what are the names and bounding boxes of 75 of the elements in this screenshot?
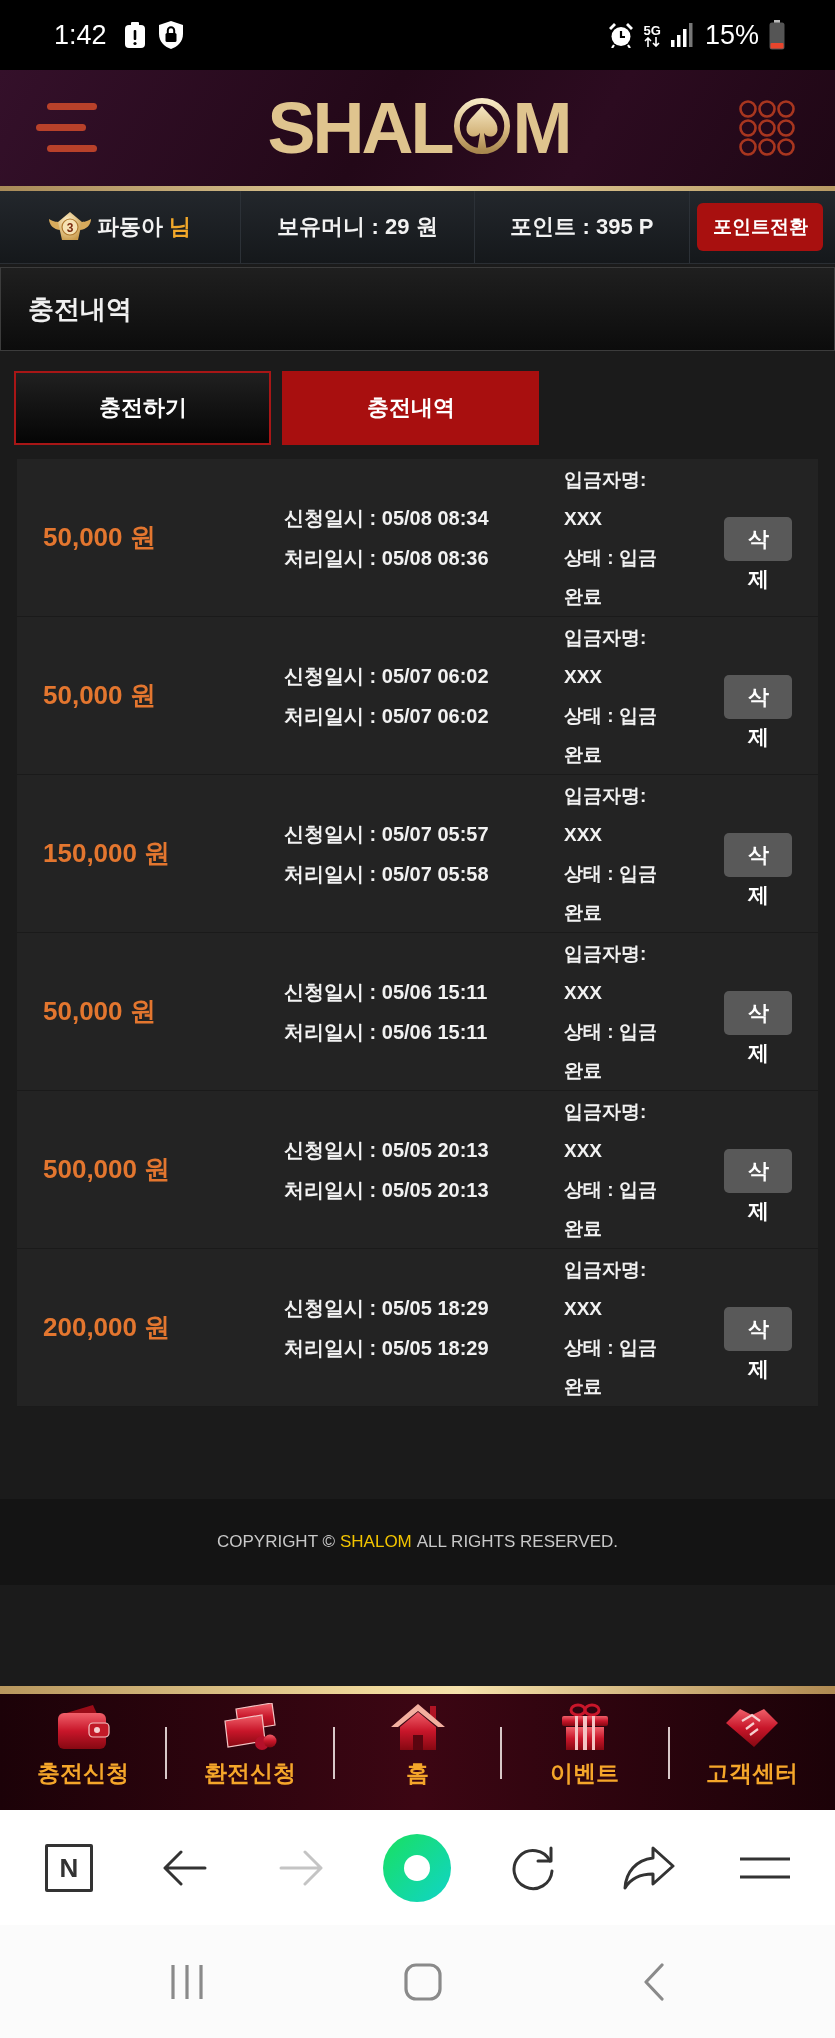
delete-button[interactable]: 삭제 (724, 1306, 792, 1389)
logo-text: M (512, 92, 570, 164)
points-text: 포인트 : 395 P (510, 213, 654, 241)
cash-icon (222, 1703, 279, 1751)
status-text: 상태 : 입금완료 (564, 1177, 658, 1241)
menu-icon[interactable] (739, 1856, 791, 1879)
page-title: 충전내역 (28, 292, 132, 326)
depositor-text: 입금자명: XXX (564, 941, 648, 1005)
process-time-text: 처리일시 : 05/07 05:58 (284, 861, 489, 887)
tab[interactable]: 충전하기 (14, 371, 271, 445)
process-time-text: 처리일시 : 05/06 15:11 (284, 1019, 488, 1045)
recent-apps-icon[interactable] (170, 1963, 205, 2000)
amount-text: 150,000 원 (43, 837, 171, 870)
copyright-text: COPYRIGHT © (216, 1532, 335, 1552)
point-convert-button[interactable]: 포인트전환 (697, 203, 823, 251)
honorific-text: 님 (169, 213, 191, 241)
nav-link[interactable]: 충전신청 (0, 1694, 166, 1810)
shield-lock-icon (158, 21, 183, 49)
alarm-clock-icon (607, 22, 634, 48)
process-time-text: 처리일시 : 05/05 20:13 (284, 1177, 489, 1203)
amount-text: 200,000 원 (43, 1311, 171, 1344)
amount-text: 50,000 원 (43, 521, 156, 554)
rank-badge: 3 (49, 210, 91, 244)
ring-icon[interactable] (383, 1833, 451, 1902)
balance-text: 보유머니 : 29 원 (277, 213, 438, 241)
battery-text: 15% (704, 19, 759, 51)
request-time-text: 신청일시 : 05/05 20:13 (284, 1137, 489, 1163)
nav-link[interactable]: 환전신청 (167, 1694, 333, 1810)
delete-button[interactable]: 삭제 (724, 832, 792, 915)
process-time-text: 처리일시 : 05/08 08:36 (284, 545, 489, 571)
request-time-text: 신청일시 : 05/07 06:02 (284, 663, 489, 689)
depositor-text: 입금자명: XXX (564, 467, 648, 531)
request-time-text: 신청일시 : 05/05 18:29 (284, 1295, 489, 1321)
home-icon[interactable] (404, 1962, 443, 2001)
delete-button[interactable]: 삭제 (724, 990, 792, 1073)
delete-button[interactable]: 삭제 (724, 674, 792, 757)
nav-link[interactable]: 고객센터 (669, 1694, 835, 1810)
back-icon[interactable] (163, 1849, 207, 1886)
request-time-text: 신청일시 : 05/07 05:57 (284, 821, 489, 847)
delete-button[interactable]: 삭제 (724, 1148, 792, 1231)
process-time-text: 처리일시 : 05/05 18:29 (284, 1335, 489, 1361)
signal-icon (670, 23, 693, 47)
data-arrows-icon (644, 36, 661, 47)
house-icon (389, 1703, 446, 1751)
process-time-text: 처리일시 : 05/07 06:02 (284, 703, 489, 729)
nav-link[interactable]: 홈 (334, 1694, 501, 1810)
network-text: 5G (643, 23, 661, 37)
request-time-text: 신청일시 : 05/08 08:34 (284, 505, 489, 531)
depositor-text: 입금자명: XXX (564, 783, 648, 847)
brand-name: SHALOM (340, 1532, 412, 1552)
nav-link[interactable]: 이벤트 (502, 1694, 668, 1810)
battery-icon (769, 20, 785, 50)
status-text: 상태 : 입금완료 (564, 861, 658, 925)
amount-text: 50,000 원 (43, 679, 156, 712)
amount-text: 500,000 원 (43, 1153, 171, 1186)
user-name: 파동아 (97, 213, 163, 241)
grid-menu-icon[interactable] (739, 100, 795, 156)
delete-button[interactable]: 삭제 (724, 516, 792, 599)
status-text: 상태 : 입금완료 (564, 1019, 658, 1083)
amount-text: 50,000 원 (43, 995, 156, 1028)
depositor-text: 입금자명: XXX (564, 625, 648, 689)
copyright-text: ALL RIGHTS RESERVED. (416, 1532, 618, 1552)
request-time-text: 신청일시 : 05/06 15:11 (284, 979, 488, 1005)
warning-icon (124, 22, 145, 48)
tab[interactable]: 충전내역 (282, 371, 539, 445)
clock-time: 1:42 (54, 19, 107, 51)
status-text: 상태 : 입금완료 (564, 1335, 658, 1399)
depositor-text: 입금자명: XXX (564, 1257, 648, 1321)
reload-icon[interactable] (510, 1844, 556, 1891)
status-text: 상태 : 입금완료 (564, 703, 658, 767)
status-text: 상태 : 입금완료 (564, 545, 658, 609)
depositor-text: 입금자명: XXX (564, 1099, 648, 1163)
logo-text: SHAL (267, 92, 452, 164)
browser-home-button[interactable]: N (45, 1843, 93, 1892)
share-icon[interactable] (623, 1845, 675, 1890)
